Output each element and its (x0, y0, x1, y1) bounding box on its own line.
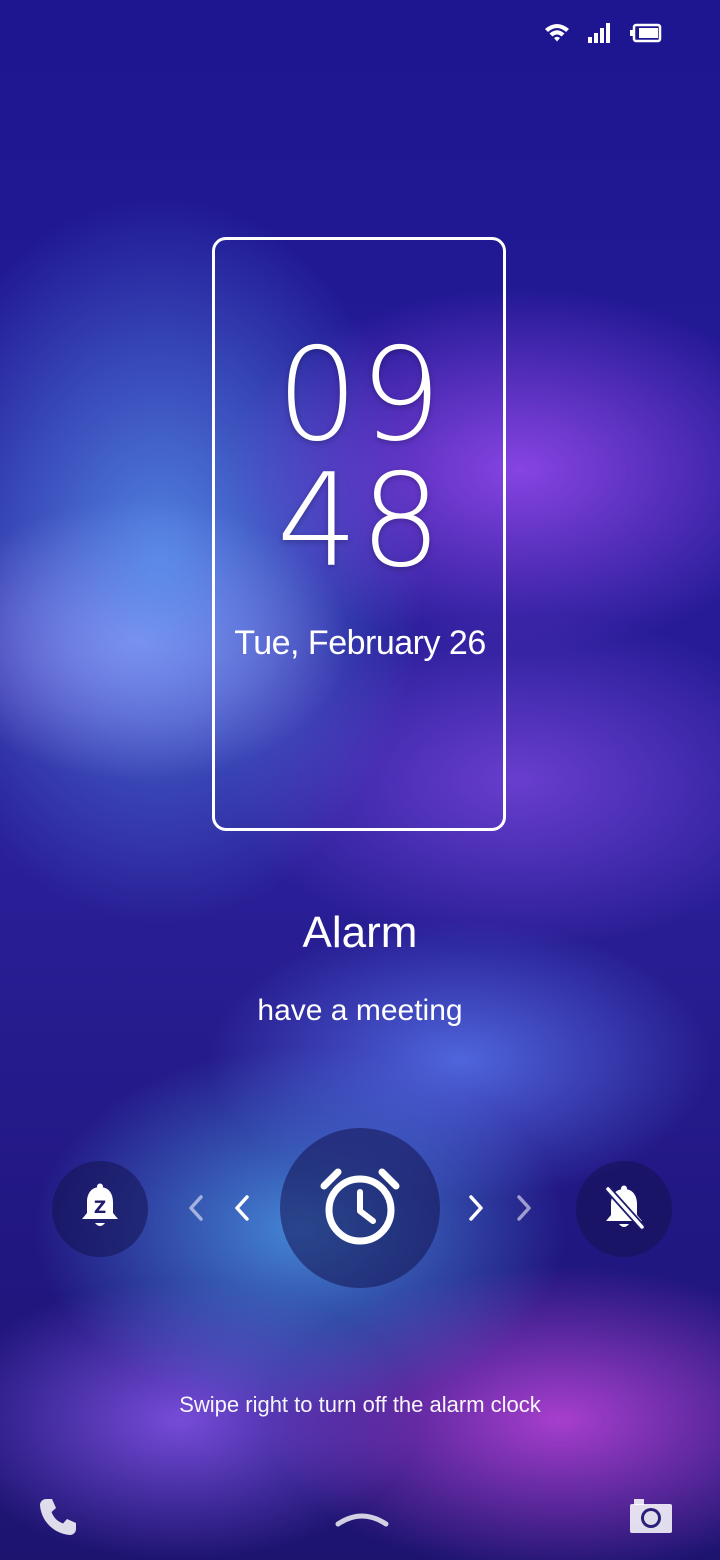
clock-hours: 09 (276, 321, 444, 470)
dismiss-button[interactable] (576, 1161, 672, 1257)
clock-minutes: 48 (276, 447, 444, 596)
phone-icon[interactable] (38, 1497, 78, 1542)
status-bar (544, 22, 662, 44)
swipe-up-handle-icon[interactable] (334, 1510, 390, 1533)
chevron-left-faint-icon (186, 1192, 206, 1229)
bell-off-icon (600, 1183, 648, 1236)
chevron-right-faint-icon (514, 1192, 534, 1229)
camera-icon[interactable] (630, 1499, 672, 1538)
snooze-bell-icon: Z (78, 1183, 122, 1236)
svg-text:Z: Z (94, 1198, 106, 1218)
alarm-title: Alarm (302, 908, 418, 957)
alarm-label: have a meeting (257, 994, 463, 1027)
alarm-swipe-handle[interactable] (280, 1128, 440, 1288)
signal-icon (588, 23, 612, 43)
chevron-right-icon (466, 1192, 486, 1229)
date-text: Tue, February 26 (234, 624, 486, 662)
snooze-button[interactable]: Z (52, 1161, 148, 1257)
swipe-hint-text: Swipe right to turn off the alarm clock (179, 1392, 541, 1417)
alarm-clock-icon (318, 1164, 402, 1253)
battery-icon (630, 23, 662, 43)
wifi-icon (544, 22, 570, 44)
chevron-left-icon (232, 1192, 252, 1229)
